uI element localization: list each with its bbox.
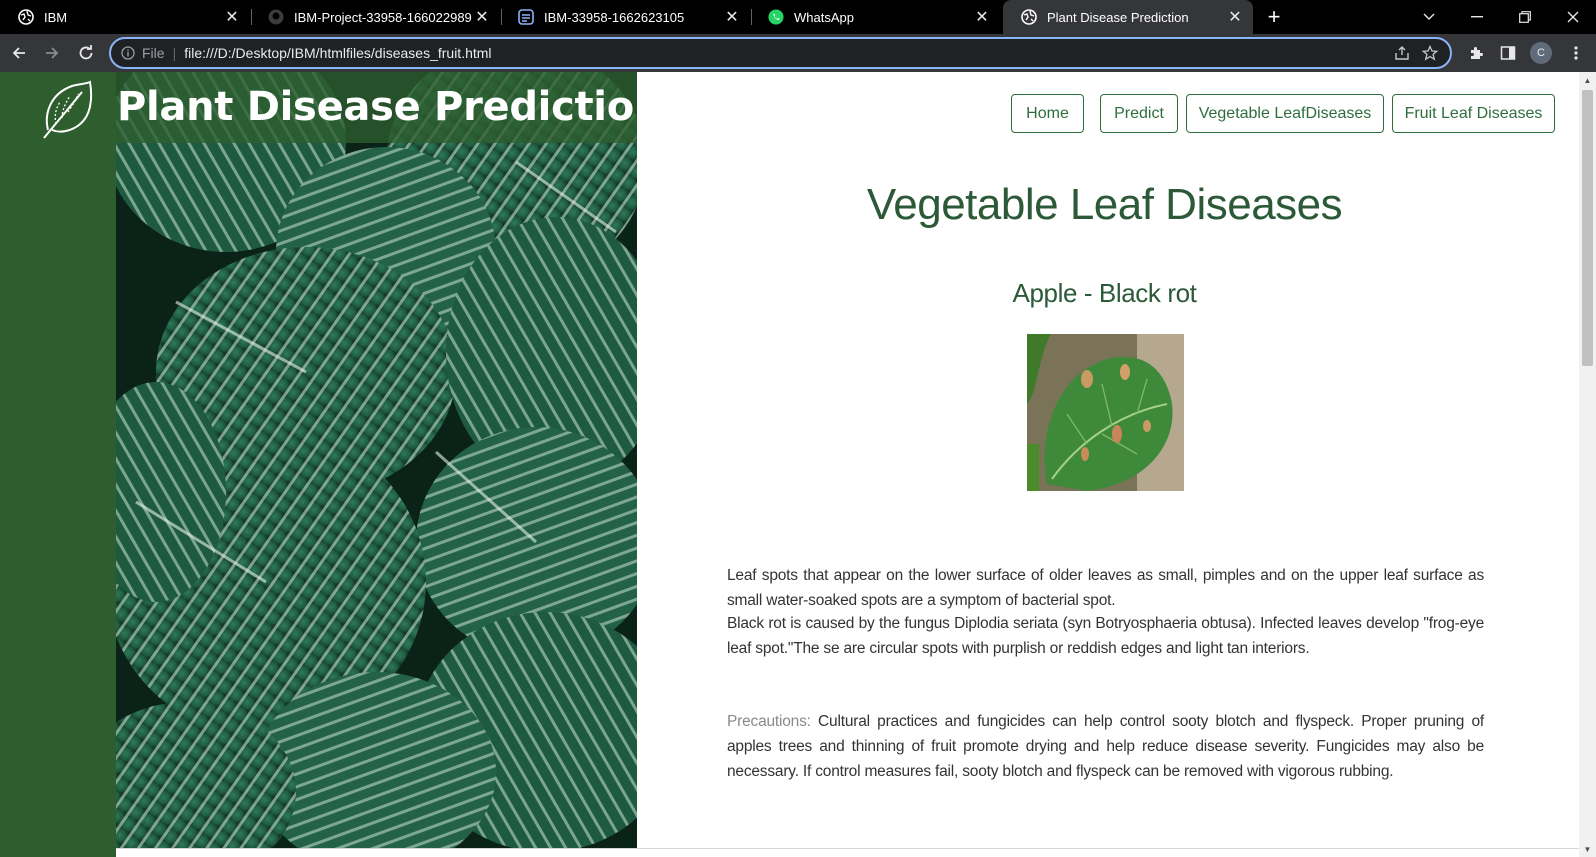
tab-search-icon[interactable] (1406, 0, 1452, 34)
github-icon (268, 9, 284, 25)
tab-title: IBM-Project-33958-1660229898/ (294, 9, 472, 25)
nav-fruit-diseases-button[interactable]: Fruit Leaf Diseases (1392, 94, 1555, 133)
tab-ibm-doc[interactable]: IBM-33958-1662623105 ✕ (500, 0, 750, 34)
close-icon[interactable]: ✕ (972, 7, 992, 27)
tab-plant-disease-prediction[interactable]: Plant Disease Prediction ✕ (1003, 0, 1253, 34)
separator: | (172, 45, 177, 61)
nav-predict-button[interactable]: Predict (1100, 94, 1178, 133)
close-icon[interactable]: ✕ (722, 7, 742, 27)
close-icon[interactable]: ✕ (1225, 7, 1245, 27)
page-viewport: Plant Disease Prediction Home Predict Ve… (0, 72, 1596, 857)
tab-strip: IBM ✕ IBM-Project-33958-1660229898/ ✕ IB… (0, 0, 1596, 34)
browser-toolbar: File | file:///D:/Desktop/IBM/htmlfiles/… (0, 34, 1596, 72)
scroll-up-arrow-icon[interactable]: ▲ (1579, 72, 1596, 88)
site-title: Plant Disease Prediction (117, 84, 663, 130)
tab-github[interactable]: IBM-Project-33958-1660229898/ ✕ (250, 0, 500, 34)
tab-title: IBM-33958-1662623105 (544, 9, 685, 25)
whatsapp-icon (768, 9, 784, 25)
scheme-label: File (142, 45, 165, 61)
close-icon[interactable]: ✕ (222, 7, 242, 27)
forward-button[interactable] (40, 41, 64, 65)
close-icon[interactable]: ✕ (472, 7, 492, 27)
globe-icon (18, 9, 34, 25)
menu-kebab-icon[interactable] (1564, 41, 1588, 65)
profile-avatar[interactable]: C (1530, 42, 1552, 64)
tab-title: Plant Disease Prediction (1047, 9, 1189, 25)
apple-black-rot-leaf-image (1027, 334, 1184, 491)
hero-leaf-image (116, 72, 637, 848)
minimize-button[interactable] (1454, 0, 1500, 34)
share-icon[interactable] (1388, 39, 1416, 67)
tab-title: WhatsApp (794, 9, 854, 25)
page-heading: Vegetable Leaf Diseases (866, 180, 1343, 229)
extensions-icon[interactable] (1464, 41, 1488, 65)
reload-button[interactable] (74, 41, 98, 65)
nav-home-button[interactable]: Home (1011, 94, 1084, 133)
side-panel-icon[interactable] (1496, 41, 1520, 65)
precautions-text: Cultural practices and fungicides can he… (727, 713, 1484, 780)
tab-whatsapp[interactable]: WhatsApp ✕ (750, 0, 1000, 34)
green-sidebar (0, 72, 116, 857)
precautions-paragraph: Precautions: Cultural practices and fung… (727, 710, 1484, 784)
nav-vegetable-diseases-button[interactable]: Vegetable LeafDiseases (1186, 94, 1384, 133)
bookmark-star-icon[interactable] (1416, 39, 1444, 67)
address-bar[interactable]: File | file:///D:/Desktop/IBM/htmlfiles/… (109, 37, 1452, 69)
precautions-label: Precautions: (727, 713, 811, 730)
cause-paragraph: Black rot is caused by the fungus Diplod… (727, 615, 1484, 657)
globe-icon (1021, 9, 1037, 25)
tab-ibm[interactable]: IBM ✕ (0, 0, 250, 34)
leaf-logo-icon[interactable] (42, 80, 94, 140)
restore-button[interactable] (1502, 0, 1548, 34)
close-window-button[interactable] (1550, 0, 1596, 34)
scroll-down-arrow-icon[interactable]: ▼ (1579, 841, 1596, 857)
page-scrollbar[interactable]: ▲ ▼ (1579, 72, 1596, 857)
disease-name: Apple - Black rot (1012, 278, 1197, 308)
doc-icon (518, 9, 534, 25)
back-button[interactable] (7, 41, 31, 65)
info-icon[interactable] (121, 46, 135, 60)
symptom-paragraph: Leaf spots that appear on the lower surf… (727, 567, 1484, 609)
tab-title: IBM (44, 9, 68, 25)
scroll-thumb[interactable] (1582, 90, 1593, 366)
new-tab-button[interactable]: + (1262, 4, 1286, 29)
url-text[interactable]: file:///D:/Desktop/IBM/htmlfiles/disease… (184, 45, 1388, 61)
page-divider (116, 848, 1596, 857)
